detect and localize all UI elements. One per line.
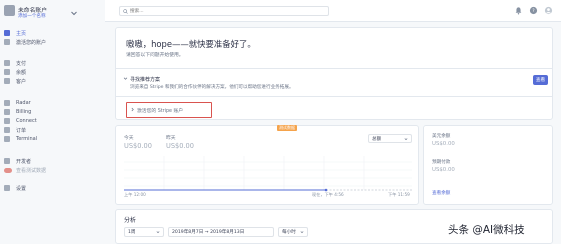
test-data-badge: 测试数据 <box>277 125 297 131</box>
sidebar-item-label: 激活您的账户 <box>16 39 47 46</box>
today-label: 今天 <box>124 136 134 141</box>
interval-select[interactable]: 每小时 <box>278 227 308 237</box>
today-value: US$0.00 <box>124 142 152 150</box>
main-content: 嗷嗷，hope——就快要准备好了。 请回答以下问题开始使用。 寻找推荐方案 浏览… <box>105 22 561 244</box>
welcome-card: 嗷嗷，hope——就快要准备好了。 请回答以下问题开始使用。 寻找推荐方案 浏览… <box>115 27 553 120</box>
date-range-picker[interactable]: 2019年8月7日 → 2019年8月13日 <box>168 227 274 237</box>
period-select-value: 1周 <box>128 230 136 235</box>
today-chart <box>124 156 412 192</box>
billing-icon <box>4 109 10 115</box>
customers-icon <box>4 78 10 84</box>
select-caret-icon <box>404 138 408 141</box>
sidebar-item-label: Radar <box>16 100 31 106</box>
user-icon[interactable] <box>544 6 553 15</box>
sidebar-item-connect[interactable]: Connect <box>4 117 100 125</box>
sidebar-item-label: Billing <box>16 109 32 115</box>
sidebar-item-label: 开发者 <box>16 158 32 165</box>
recommended-solutions-desc: 浏览来自 Stripe 和我们的合作伙伴的解决方案，他们可以帮助您进行业务拓展。 <box>130 85 294 90</box>
account-switcher[interactable]: 未命名账户 添加一个名称 <box>4 3 100 25</box>
help-icon[interactable]: ? <box>529 6 538 15</box>
usd-balance-value: US$0.00 <box>432 141 455 147</box>
sidebar-item-label: 客户 <box>16 78 27 85</box>
top-bar: ? <box>105 0 561 22</box>
payments-icon <box>4 60 10 66</box>
analytics-title: 分析 <box>124 217 137 224</box>
sidebar-item-label: 查看测试数据 <box>16 167 47 174</box>
yesterday-value: US$0.00 <box>166 142 194 150</box>
sidebar-item-label: 主页 <box>16 30 27 37</box>
connect-icon <box>4 118 10 124</box>
activate-account-row[interactable]: 激活您的 Stripe 账户 <box>126 102 212 118</box>
sidebar-item-label: Connect <box>16 118 37 124</box>
sidebar-item-terminal[interactable]: Terminal <box>4 135 100 143</box>
x-axis-end-label: 下午 11:59 <box>388 192 410 197</box>
home-icon <box>4 30 10 36</box>
balance-icon <box>4 69 10 75</box>
sidebar-item-radar[interactable]: Radar <box>4 99 100 107</box>
recommended-solutions-title: 寻找推荐方案 <box>130 77 161 83</box>
expected-payout-value: US$0.00 <box>432 167 455 173</box>
sidebar-item-payments[interactable]: 支付 <box>4 59 100 67</box>
gear-icon <box>4 185 10 191</box>
chevron-right-icon <box>131 107 134 112</box>
x-axis-now-label: 现在，下午 4:56 <box>312 192 344 197</box>
usd-balance-label: 美元余额 <box>432 134 451 139</box>
check-icon <box>4 39 10 45</box>
chevron-down-icon <box>71 11 77 16</box>
sidebar: 未命名账户 添加一个名称 主页 激活您的账户 支付 余额 客户 Radar Bi… <box>0 0 105 244</box>
sidebar-item-activate[interactable]: 激活您的账户 <box>4 38 100 46</box>
expected-payout-label: 预期付款 <box>432 160 451 165</box>
chevron-down-icon[interactable] <box>123 76 128 81</box>
activate-account-label: 激活您的 Stripe 账户 <box>137 109 184 114</box>
select-caret-icon <box>156 231 160 234</box>
sidebar-item-label: 余额 <box>16 69 27 76</box>
view-test-data-toggle[interactable]: 查看测试数据 <box>4 166 100 174</box>
sidebar-item-balances[interactable]: 余额 <box>4 68 100 76</box>
radar-icon <box>4 100 10 106</box>
sidebar-item-developers[interactable]: 开发者 <box>4 157 100 165</box>
orders-icon <box>4 127 10 133</box>
watermark-text: 头条 @AI微科技 <box>448 224 525 236</box>
sidebar-item-billing[interactable]: Billing <box>4 108 100 116</box>
sidebar-item-label: 设置 <box>16 185 27 192</box>
sidebar-item-label: 订单 <box>16 127 27 134</box>
sidebar-item-settings[interactable]: 设置 <box>4 184 100 192</box>
metric-select[interactable]: 总额 <box>368 134 412 143</box>
x-axis-start-label: 上午 12:00 <box>124 192 146 197</box>
metric-select-value: 总额 <box>372 136 382 142</box>
divider <box>116 96 552 97</box>
search-bar[interactable] <box>119 6 329 16</box>
account-logo <box>4 5 15 16</box>
view-button[interactable]: 查看 <box>533 75 548 85</box>
bell-icon[interactable] <box>514 6 523 15</box>
balance-card: 美元余额 US$0.00 预期付款 US$0.00 查看余额 <box>423 125 553 205</box>
welcome-title: 嗷嗷，hope——就快要准备好了。 <box>126 39 256 49</box>
toggle-switch[interactable] <box>4 167 12 173</box>
sidebar-item-customers[interactable]: 客户 <box>4 77 100 85</box>
date-range-value: 2019年8月7日 → 2019年8月13日 <box>172 230 245 235</box>
terminal-icon <box>4 136 10 142</box>
welcome-subtitle: 请回答以下问题开始使用。 <box>126 53 184 58</box>
sidebar-item-label: 支付 <box>16 60 27 67</box>
view-balance-link[interactable]: 查看余额 <box>432 190 450 196</box>
today-stats-card: 测试数据 今天 US$0.00 昨天 US$0.00 总额 上午 12:00 现… <box>115 125 419 205</box>
period-select[interactable]: 1周 <box>124 227 164 237</box>
developers-icon <box>4 158 10 164</box>
add-account-name-link[interactable]: 添加一个名称 <box>18 13 46 19</box>
sidebar-item-label: Terminal <box>16 136 38 142</box>
interval-select-value: 每小时 <box>282 230 296 235</box>
search-input[interactable] <box>130 8 320 15</box>
divider <box>116 68 552 69</box>
select-caret-icon <box>300 231 304 234</box>
search-icon <box>123 9 128 14</box>
yesterday-label: 昨天 <box>166 136 176 141</box>
sidebar-item-orders[interactable]: 订单 <box>4 126 100 134</box>
sidebar-item-home[interactable]: 主页 <box>4 29 100 37</box>
